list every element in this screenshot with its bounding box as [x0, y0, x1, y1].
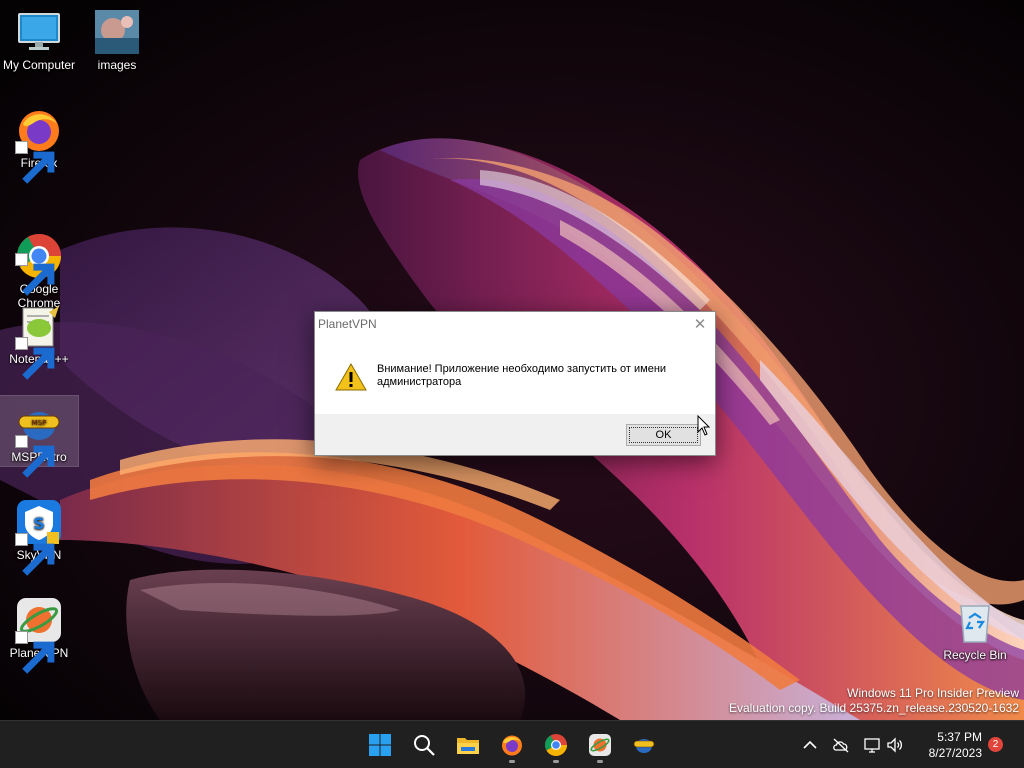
shortcut-arrow-icon [15, 435, 55, 478]
warning-icon [335, 362, 367, 391]
watermark-line-2: Evaluation copy. Build 25375.zn_release.… [729, 701, 1019, 715]
desktop-icon-notepad-plus-plus[interactable]: Notepad++ [0, 298, 78, 380]
desktop-icon-images[interactable]: images [78, 4, 156, 78]
svg-text:MSP: MSP [32, 419, 47, 427]
clock-date: 8/27/2023 [928, 746, 982, 760]
planetvpn-icon [589, 734, 611, 756]
taskbar-clock[interactable]: 5:37 PM 8/27/2023 [916, 729, 982, 761]
svg-text:S: S [33, 514, 45, 533]
firefox-taskbar-button[interactable] [494, 727, 530, 763]
desktop-icon-skyvpn[interactable]: S SkyVPN [0, 494, 78, 576]
ok-button[interactable]: OK [626, 424, 701, 446]
file-explorer-taskbar-button[interactable] [450, 727, 486, 763]
clock-time: 5:37 PM [937, 730, 982, 744]
running-indicator [597, 760, 603, 763]
mspretro-icon: MSP [15, 400, 63, 478]
shortcut-arrow-icon [15, 141, 55, 184]
close-icon: ✕ [693, 316, 707, 333]
planetvpn-message-dialog: PlanetVPN ✕ Внимание! Приложение необход… [314, 311, 716, 456]
notification-badge[interactable]: 2 [988, 737, 1003, 752]
onedrive-tray-button[interactable] [831, 735, 851, 755]
taskbar: 5:37 PM 8/27/2023 2 [0, 720, 1024, 768]
running-indicator [509, 760, 515, 763]
recycle-bin-icon [951, 598, 999, 646]
watermark-line-1: Windows 11 Pro Insider Preview [847, 686, 1019, 700]
monitor-icon [15, 8, 63, 56]
file-explorer-icon [457, 738, 479, 754]
desktop-icon-label: My Computer [2, 58, 76, 72]
dialog-close-button[interactable]: ✕ [685, 312, 715, 336]
running-indicator [553, 760, 559, 763]
desktop-icon-google-chrome[interactable]: Google Chrome [0, 200, 78, 310]
chevron-up-icon [803, 740, 817, 749]
windows-evaluation-watermark: Windows 11 Pro Insider Preview Evaluatio… [729, 686, 1019, 716]
cloud-off-icon [833, 738, 849, 753]
shortcut-arrow-icon [15, 253, 55, 296]
shortcut-arrow-icon [15, 631, 55, 674]
notepad-plus-plus-icon [15, 302, 63, 380]
mouse-cursor-icon [697, 415, 711, 436]
dialog-body: Внимание! Приложение необходимо запустит… [315, 336, 715, 414]
dialog-footer: OK [315, 414, 715, 455]
start-button[interactable] [362, 727, 398, 763]
desktop-icon-mspretro[interactable]: MSP MSPRetro [0, 395, 79, 478]
skyvpn-icon: S [15, 498, 63, 576]
chrome-taskbar-button[interactable] [538, 727, 574, 763]
dialog-titlebar[interactable]: PlanetVPN ✕ [315, 312, 715, 336]
shortcut-arrow-icon [15, 337, 55, 380]
desktop-icon-label: Recycle Bin [943, 648, 1007, 662]
desktop-icon-label: images [97, 58, 137, 72]
show-hidden-icons-button[interactable] [800, 735, 820, 755]
volume-tray-button[interactable] [885, 735, 905, 755]
desktop-icon-planetvpn[interactable]: PlanetVPN [0, 592, 78, 674]
search-button[interactable] [406, 727, 442, 763]
shortcut-arrow-icon [15, 533, 55, 576]
desktop-icon-recycle-bin[interactable]: Recycle Bin [936, 594, 1014, 662]
planetvpn-icon [15, 596, 63, 674]
planetvpn-taskbar-button[interactable] [582, 727, 618, 763]
dialog-title: PlanetVPN [318, 317, 377, 331]
dialog-message: Внимание! Приложение необходимо запустит… [377, 363, 667, 388]
firefox-icon [502, 735, 522, 756]
mspretro-icon [633, 739, 655, 753]
chrome-icon [15, 218, 63, 296]
volume-icon [887, 737, 903, 753]
firefox-icon [15, 106, 63, 184]
search-icon [414, 735, 435, 756]
desktop-icon-firefox[interactable]: Firefox [0, 102, 78, 184]
network-icon [864, 738, 880, 753]
chrome-icon [545, 734, 567, 756]
desktop-icon-my-computer[interactable]: My Computer [0, 4, 78, 78]
image-thumbnail-icon [93, 8, 141, 56]
start-icon [369, 734, 391, 756]
network-tray-button[interactable] [862, 735, 882, 755]
mspretro-taskbar-button[interactable] [626, 727, 662, 763]
